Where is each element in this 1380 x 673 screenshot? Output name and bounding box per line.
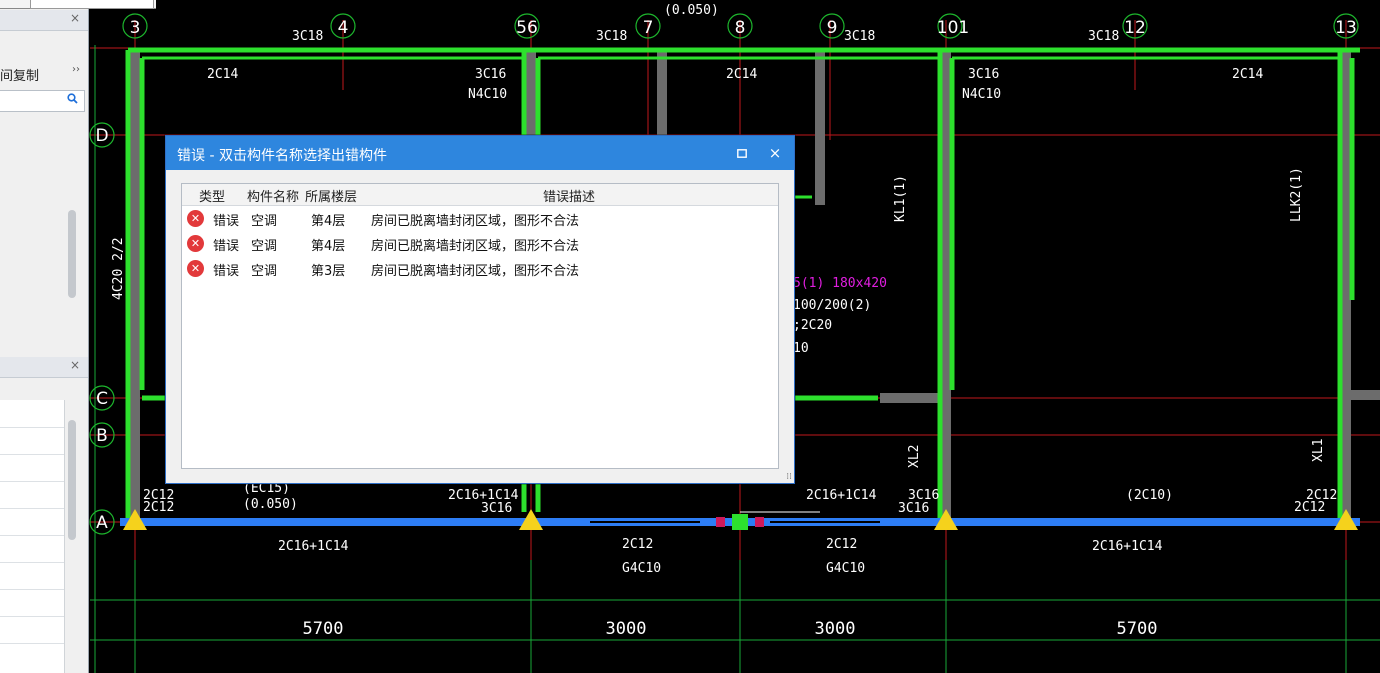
panel-header-2: × — [0, 357, 88, 378]
dialog-title: 错误 - 双击构件名称选择出错构件 — [177, 148, 387, 164]
rebar-label: 2C14 — [726, 67, 757, 82]
beam-label: LLK2(1) — [1289, 167, 1304, 222]
axis-number: 101 — [937, 18, 969, 38]
axis-letter: C — [96, 389, 108, 409]
dimension-label: 5700 — [303, 619, 344, 639]
beam-label: ;2C20 — [793, 318, 832, 333]
column-type[interactable]: 类型 — [199, 186, 225, 205]
rebar-label: 3C18 — [844, 29, 875, 44]
top-dropdown[interactable] — [30, 0, 154, 9]
dimension-label: 5700 — [1117, 619, 1158, 639]
axis-number: 7 — [643, 18, 654, 38]
axis-number: 3 — [130, 18, 141, 38]
rebar-label: 2C14 — [1232, 67, 1263, 82]
rebar-label: 3C16 — [481, 501, 512, 516]
rebar-label: (2C10) — [1126, 488, 1173, 503]
axis-number: 56 — [516, 18, 538, 38]
panel-close-button[interactable]: × — [70, 11, 80, 25]
beam-label: 100/200(2) — [793, 298, 871, 313]
error-icon: ✕ — [187, 260, 204, 277]
beam-label: XL2 — [907, 445, 922, 468]
axis-number: 13 — [1335, 18, 1357, 38]
beam-label: XL1 — [1311, 439, 1326, 462]
row-name[interactable]: 空调 — [251, 210, 277, 229]
rebar-label: N4C10 — [468, 87, 507, 102]
rebar-label: (0.050) — [664, 3, 719, 18]
rebar-label: 3C18 — [1088, 29, 1119, 44]
left-side-panel: × 间复制 ›› × — [0, 0, 156, 673]
error-row[interactable]: ✕ 错误 空调 第3层 房间已脱离墙封闭区域，图形不合法 — [182, 256, 778, 281]
rebar-label: G4C10 — [826, 561, 865, 576]
column-description[interactable]: 错误描述 — [543, 186, 595, 205]
axis-number: 4 — [338, 18, 349, 38]
expand-icon[interactable]: ›› — [72, 64, 80, 75]
panel-header: × — [0, 10, 88, 31]
row-floor: 第4层 — [311, 214, 346, 229]
dimension-label: 3000 — [815, 619, 856, 639]
row-type: 错误 — [213, 214, 240, 229]
error-dialog: 错误 - 双击构件名称选择出错构件 × 类型 构件名称 所属楼层 错误描述 ✕ … — [165, 135, 795, 484]
row-floor: 第4层 — [311, 239, 346, 254]
panel-scrollbar[interactable] — [68, 210, 76, 298]
column-name[interactable]: 构件名称 — [247, 186, 299, 205]
top-tab-strip — [0, 0, 156, 9]
list-header: 类型 构件名称 所属楼层 错误描述 — [182, 184, 778, 206]
rebar-label: 3C18 — [292, 29, 323, 44]
row-name[interactable]: 空调 — [251, 235, 277, 254]
rebar-label: 3C16 — [475, 67, 506, 82]
error-icon: ✕ — [187, 210, 204, 227]
rebar-label: 2C14 — [207, 67, 238, 82]
row-type: 错误 — [213, 264, 240, 279]
rebar-label: 2C16+1C14 — [278, 539, 349, 554]
rebar-label: (0.050) — [243, 497, 298, 512]
rebar-label: 2C16+1C14 — [1092, 539, 1163, 554]
axis-number: 9 — [827, 18, 838, 38]
row-floor: 第3层 — [311, 264, 346, 279]
axis-letter: A — [96, 513, 108, 533]
rebar-label: 3C16 — [968, 67, 999, 82]
beam-label: KL1(1) — [893, 175, 908, 222]
panel-close-button-2[interactable]: × — [70, 358, 80, 372]
rebar-label: N4C10 — [962, 87, 1001, 102]
maximize-button[interactable] — [731, 143, 753, 163]
resize-grip[interactable]: ⁞⁞ — [786, 472, 792, 482]
row-description: 房间已脱离墙封闭区域，图形不合法 — [371, 214, 580, 229]
beam-label: 10 — [793, 341, 809, 356]
copy-menu-item[interactable]: 间复制 ›› — [0, 62, 88, 84]
beam-label: 5(1) 180x420 — [793, 276, 887, 291]
rebar-label: 3C18 — [596, 29, 627, 44]
search-icon[interactable] — [67, 93, 78, 107]
rebar-label: 2C12 — [1294, 500, 1325, 515]
rebar-label: G4C10 — [622, 561, 661, 576]
property-grid[interactable] — [0, 400, 65, 673]
close-button[interactable]: × — [764, 143, 786, 163]
axis-number: 8 — [735, 18, 746, 38]
error-icon: ✕ — [187, 235, 204, 252]
row-description: 房间已脱离墙封闭区域，图形不合法 — [371, 264, 580, 279]
axis-letter: B — [96, 426, 108, 446]
copy-label: 间复制 — [0, 69, 40, 84]
row-description: 房间已脱离墙封闭区域，图形不合法 — [371, 239, 580, 254]
column-floor[interactable]: 所属楼层 — [305, 186, 357, 205]
row-name[interactable]: 空调 — [251, 260, 277, 279]
rebar-label: 2C12 — [622, 537, 653, 552]
error-row[interactable]: ✕ 错误 空调 第4层 房间已脱离墙封闭区域，图形不合法 — [182, 231, 778, 256]
rebar-label: 4C20 2/2 — [111, 237, 126, 300]
row-type: 错误 — [213, 239, 240, 254]
grid-scrollbar[interactable] — [68, 420, 76, 540]
rebar-label: 3C16 — [898, 501, 929, 516]
dimension-label: 3000 — [606, 619, 647, 639]
dialog-title-bar[interactable]: 错误 - 双击构件名称选择出错构件 × — [166, 136, 794, 170]
rebar-label: 2C12 — [826, 537, 857, 552]
rebar-label: 2C16+1C14 — [806, 488, 877, 503]
rebar-label: 2C12 — [143, 500, 174, 515]
maximize-icon — [737, 149, 747, 158]
axis-number: 12 — [1124, 18, 1146, 38]
axis-letter: D — [95, 126, 108, 146]
error-list[interactable]: 类型 构件名称 所属楼层 错误描述 ✕ 错误 空调 第4层 房间已脱离墙封闭区域… — [181, 183, 779, 469]
search-input[interactable] — [0, 90, 85, 112]
error-row[interactable]: ✕ 错误 空调 第4层 房间已脱离墙封闭区域，图形不合法 — [182, 206, 778, 231]
